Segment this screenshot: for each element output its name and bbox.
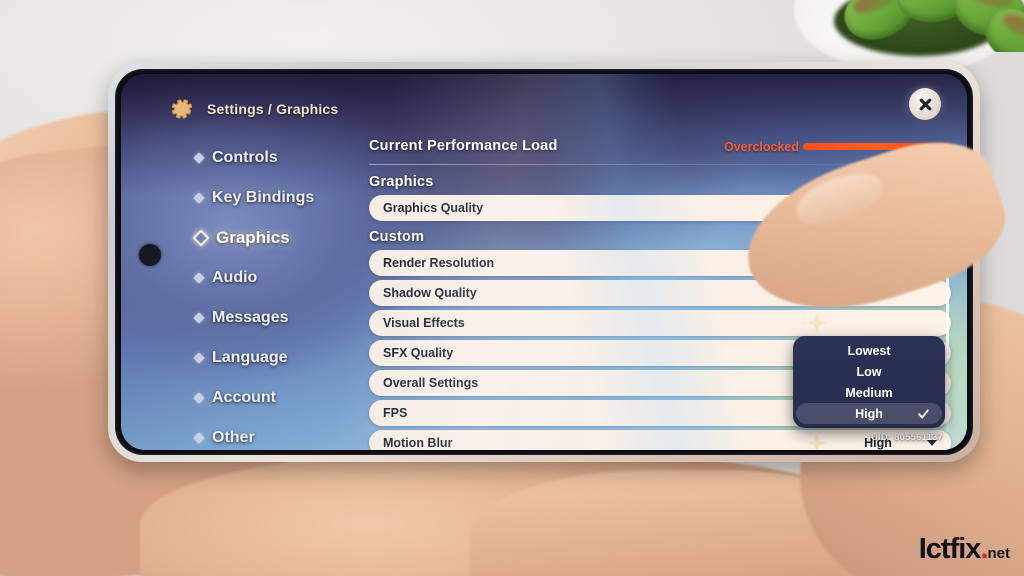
sidebar-item-other[interactable]: Other bbox=[193, 422, 375, 450]
user-id-label: UID: 805561137 bbox=[871, 432, 943, 443]
setting-label: Visual Effects bbox=[383, 316, 465, 330]
diamond-bullet-icon bbox=[193, 311, 205, 324]
setting-label: FPS bbox=[383, 406, 408, 420]
dropdown-option-lowest[interactable]: Lowest bbox=[793, 340, 945, 361]
setting-label: Overall Settings bbox=[383, 376, 479, 390]
watermark-tld: net bbox=[987, 545, 1011, 562]
sidebar-item-audio[interactable]: Audio bbox=[193, 262, 375, 293]
sidebar-item-label: Messages bbox=[212, 308, 289, 326]
close-icon bbox=[919, 98, 931, 110]
sidebar-item-label: Other bbox=[212, 428, 255, 446]
setting-label: SFX Quality bbox=[383, 346, 454, 360]
dropdown-option-label: Lowest bbox=[847, 343, 891, 358]
sidebar-item-language[interactable]: Language bbox=[193, 342, 375, 373]
quality-dropdown-menu[interactable]: Lowest Low Medium High bbox=[793, 336, 945, 428]
settings-sidebar: Controls Key Bindings Graphics Audio Mes… bbox=[192, 142, 375, 450]
dropdown-option-label: Low bbox=[856, 364, 882, 379]
sidebar-item-graphics[interactable]: Graphics bbox=[192, 222, 375, 253]
dropdown-option-medium[interactable]: Medium bbox=[793, 382, 945, 403]
sidebar-item-account[interactable]: Account bbox=[193, 382, 375, 413]
watermark-name: Ictfix bbox=[918, 533, 982, 565]
sidebar-item-label: Key Bindings bbox=[212, 188, 315, 206]
watermark: Ictfix.net bbox=[919, 535, 1010, 564]
performance-load-label: Current Performance Load bbox=[369, 138, 558, 154]
watermark-dot: . bbox=[980, 533, 988, 565]
dropdown-option-label: High bbox=[855, 406, 883, 421]
setting-row-motion-blur[interactable]: Motion Blur High bbox=[369, 430, 951, 450]
setting-row-visual-effects[interactable]: Visual Effects bbox=[369, 310, 951, 336]
close-button[interactable] bbox=[909, 88, 941, 120]
setting-label: Render Resolution bbox=[383, 256, 495, 270]
sidebar-item-label: Account bbox=[212, 388, 276, 406]
diamond-bullet-icon bbox=[192, 229, 210, 246]
dropdown-option-label: Medium bbox=[845, 385, 893, 400]
setting-label: Graphics Quality bbox=[383, 201, 484, 215]
breadcrumb: Settings / Graphics bbox=[207, 101, 339, 117]
check-icon bbox=[918, 409, 929, 418]
setting-label: Shadow Quality bbox=[383, 286, 477, 300]
settings-header: Settings / Graphics bbox=[169, 96, 338, 122]
sidebar-item-label: Audio bbox=[212, 268, 258, 286]
diamond-bullet-icon bbox=[193, 431, 205, 444]
gear-icon bbox=[169, 96, 195, 122]
sidebar-item-key-bindings[interactable]: Key Bindings bbox=[193, 182, 375, 213]
succulent-plant bbox=[834, 0, 1024, 52]
diamond-bullet-icon bbox=[193, 191, 205, 204]
sidebar-item-label: Controls bbox=[212, 148, 278, 166]
sparkle-icon bbox=[806, 433, 828, 450]
diamond-bullet-icon bbox=[193, 271, 205, 284]
dropdown-option-low[interactable]: Low bbox=[793, 361, 945, 382]
diamond-bullet-icon bbox=[193, 351, 205, 364]
sparkle-icon bbox=[797, 313, 828, 333]
sidebar-item-controls[interactable]: Controls bbox=[193, 142, 375, 173]
diamond-bullet-icon bbox=[193, 151, 205, 164]
diamond-bullet-icon bbox=[193, 391, 205, 404]
setting-label: Motion Blur bbox=[383, 436, 453, 450]
sidebar-item-label: Graphics bbox=[216, 227, 290, 247]
sidebar-item-label: Language bbox=[212, 348, 288, 366]
performance-status-badge: Overclocked bbox=[723, 140, 799, 154]
sidebar-item-messages[interactable]: Messages bbox=[193, 302, 375, 333]
dropdown-option-high[interactable]: High bbox=[796, 403, 942, 424]
